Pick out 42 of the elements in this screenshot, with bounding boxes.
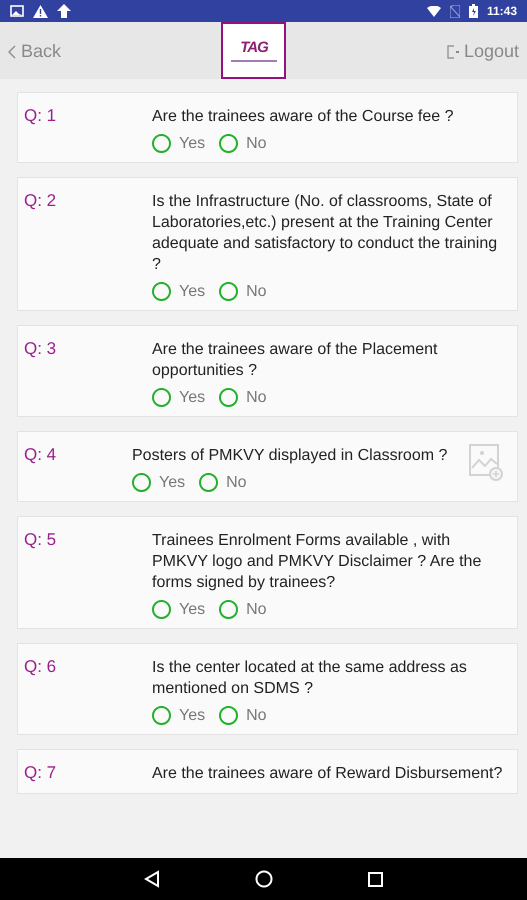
question-text: Is the Infrastructure (No. of classrooms, State of Laboratories,etc.) present at the Training Center adequate and satisfactory to conduct the training ? [152, 192, 498, 275]
radio-option[interactable]: Yes [152, 706, 206, 725]
question-number: Q: 2 [24, 191, 58, 212]
radio-option[interactable]: No [219, 282, 267, 301]
radio-option[interactable]: No [219, 134, 267, 153]
radio-option[interactable]: Yes [152, 600, 206, 619]
question-number: Q: 3 [24, 339, 58, 360]
recents-nav-icon[interactable] [368, 872, 383, 886]
chevron-left-icon [8, 44, 16, 58]
back-button[interactable]: Back [0, 24, 70, 79]
logout-icon [446, 44, 459, 58]
no-sim-icon [450, 4, 460, 18]
question-text: Posters of PMKVY displayed in Classroom ? [132, 446, 448, 466]
logo-text: TAG [240, 39, 268, 56]
question-text: Is the center located at the same address as mentioned on SDMS ? [152, 658, 468, 699]
question-text: Are the trainees aware of the Placement opportunities ? [152, 340, 438, 381]
radio-option[interactable]: No [219, 706, 267, 725]
upload-icon [57, 4, 71, 18]
question-number: Q: 7 [24, 763, 58, 784]
radio-option[interactable]: Yes [132, 473, 186, 492]
radio-option[interactable]: Yes [152, 388, 206, 407]
question-number: Q: 5 [24, 530, 58, 551]
radio-option[interactable]: No [199, 473, 247, 492]
radio-option[interactable]: No [219, 388, 267, 407]
radio-option[interactable]: No [219, 600, 267, 619]
question-text: Are the trainees aware of Reward Disbursement? [152, 764, 504, 784]
question-number: Q: 1 [24, 106, 58, 127]
tagline-line-drawing [230, 60, 277, 62]
radio-option[interactable]: Yes [152, 282, 206, 301]
question-number: Q: 4 [24, 445, 58, 466]
back-nav-icon[interactable] [144, 870, 160, 888]
status-time: 11:43 [486, 4, 517, 18]
warning-icon [33, 4, 48, 18]
battery-icon [468, 4, 478, 18]
image-icon [10, 5, 24, 17]
question-text: Trainees Enrolment Forms available , with PMKVY logo and PMKVY Disclaimer ? Are the forms signed by trainees? [152, 531, 482, 593]
logout-button[interactable]: Logout [438, 24, 527, 79]
question-number: Q: 6 [24, 657, 58, 678]
home-nav-icon[interactable] [255, 870, 273, 888]
wifi-icon [426, 6, 441, 16]
radio-option[interactable]: Yes [152, 134, 206, 153]
question-text: Are the trainees aware of the Course fee ? [152, 107, 455, 127]
